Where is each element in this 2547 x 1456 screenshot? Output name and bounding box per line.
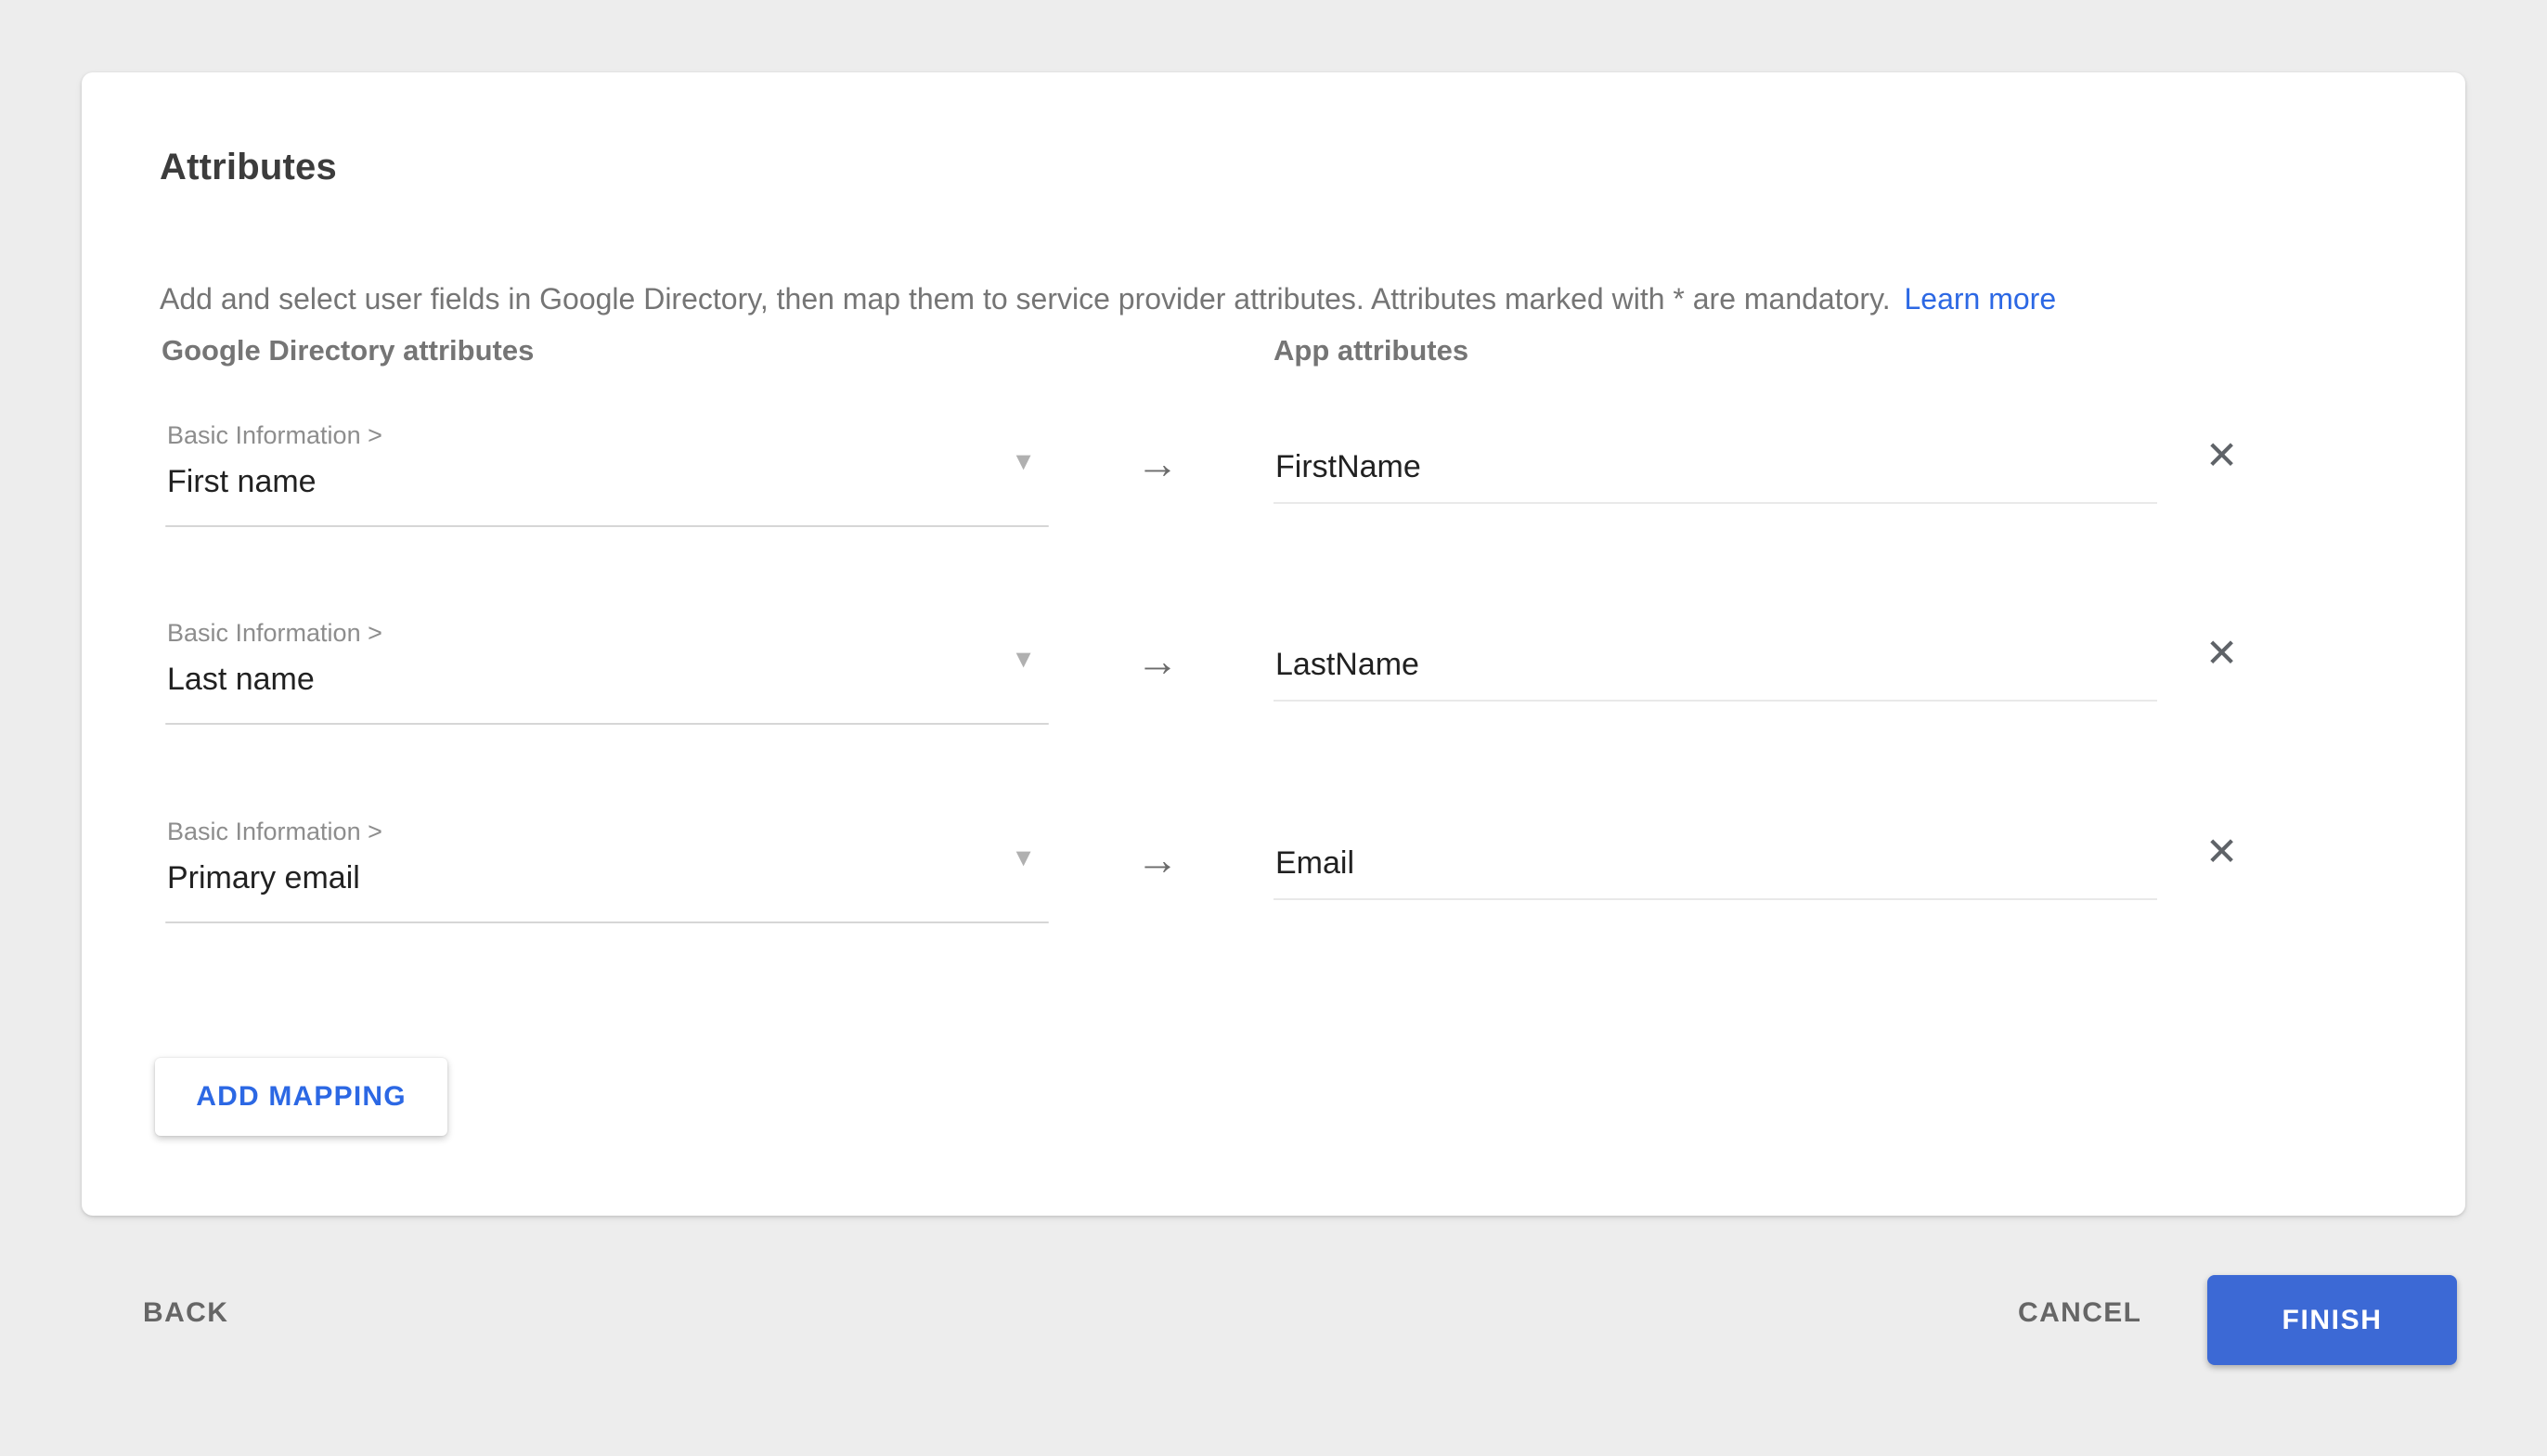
- app-attribute-input[interactable]: [1274, 845, 2157, 900]
- attributes-card: Attributes Add and select user fields in…: [82, 72, 2465, 1216]
- app-attribute-input[interactable]: [1274, 647, 2157, 702]
- remove-mapping-icon[interactable]: ✕: [2205, 832, 2238, 871]
- google-attribute-select[interactable]: Basic Information > Primary email ▼: [165, 812, 1049, 925]
- app-attribute-input[interactable]: [1274, 449, 2157, 504]
- finish-button[interactable]: FINISH: [2207, 1275, 2457, 1365]
- description-text: Add and select user fields in Google Dir…: [160, 282, 1891, 316]
- google-attribute-select[interactable]: Basic Information > First name ▼: [165, 416, 1049, 529]
- mapping-row: Basic Information > First name ▼ → ✕: [82, 416, 2465, 614]
- mapping-row: Basic Information > Last name ▼ → ✕: [82, 613, 2465, 812]
- column-header-google-directory: Google Directory attributes: [162, 334, 534, 367]
- description: Add and select user fields in Google Dir…: [160, 282, 2056, 316]
- cancel-button[interactable]: CANCEL: [2005, 1288, 2154, 1338]
- dropdown-arrow-icon[interactable]: ▼: [1011, 845, 1036, 870]
- remove-mapping-icon[interactable]: ✕: [2205, 436, 2238, 475]
- attribute-category-label: Basic Information >: [167, 818, 382, 846]
- page-title: Attributes: [160, 147, 337, 188]
- select-underline: [165, 723, 1049, 725]
- mapping-arrow-icon: →: [1136, 834, 1179, 884]
- page-background: Attributes Add and select user fields in…: [0, 0, 2547, 1456]
- learn-more-link[interactable]: Learn more: [1904, 282, 2056, 316]
- add-mapping-button[interactable]: ADD MAPPING: [155, 1058, 447, 1136]
- google-attribute-value: Last name: [167, 662, 315, 698]
- google-attribute-select[interactable]: Basic Information > Last name ▼: [165, 613, 1049, 727]
- select-underline: [165, 525, 1049, 527]
- dropdown-arrow-icon[interactable]: ▼: [1011, 449, 1036, 474]
- mapping-row: Basic Information > Primary email ▼ → ✕: [82, 812, 2465, 1011]
- google-attribute-value: Primary email: [167, 860, 360, 896]
- mapping-arrow-icon: →: [1136, 438, 1179, 488]
- mapping-arrow-icon: →: [1136, 636, 1179, 686]
- attribute-category-label: Basic Information >: [167, 619, 382, 648]
- attribute-category-label: Basic Information >: [167, 421, 382, 450]
- remove-mapping-icon[interactable]: ✕: [2205, 634, 2238, 673]
- google-attribute-value: First name: [167, 464, 317, 500]
- dropdown-arrow-icon[interactable]: ▼: [1011, 647, 1036, 672]
- column-header-app: App attributes: [1274, 334, 1468, 367]
- select-underline: [165, 921, 1049, 923]
- back-button[interactable]: BACK: [130, 1288, 241, 1338]
